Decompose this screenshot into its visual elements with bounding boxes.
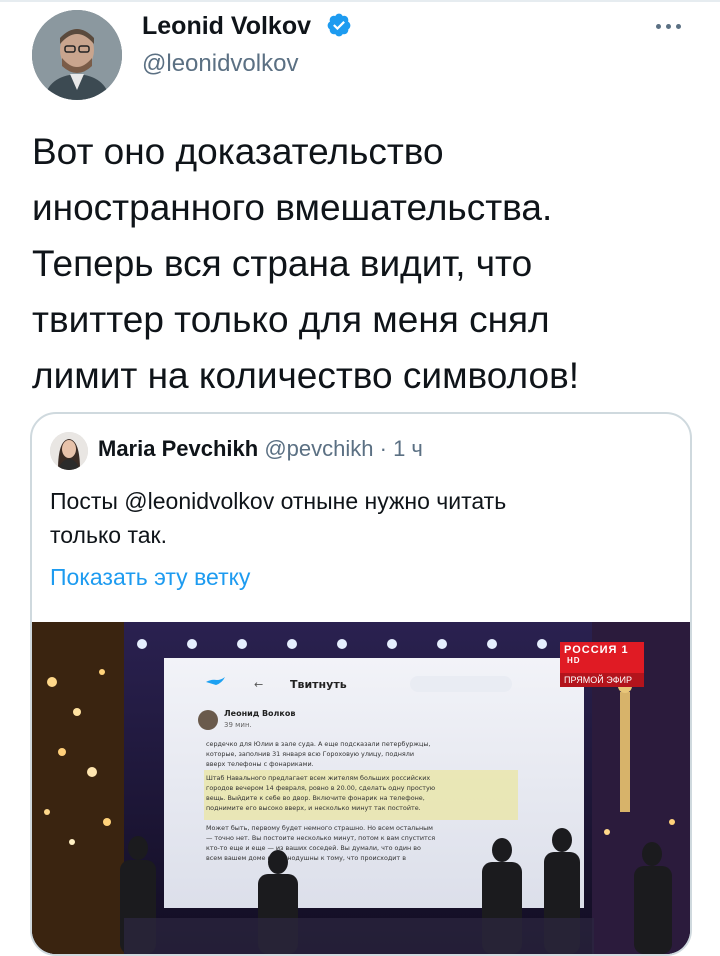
screen-title: Твитнуть — [290, 678, 347, 691]
screen-tweet-line: — точно нет. Вы постоите несколько минут… — [206, 834, 435, 842]
channel-name: РОССИЯ 1 — [564, 644, 629, 656]
screen-tweet-line: Штаб Навального предлагает всем жителям … — [206, 774, 430, 782]
author-name[interactable]: Leonid Volkov — [142, 12, 311, 41]
quoted-timestamp[interactable]: 1 ч — [393, 436, 423, 461]
quoted-tweet-card[interactable]: Maria Pevchikh @pevchikh · 1 ч Посты @le… — [30, 412, 692, 956]
quoted-author-handle[interactable]: @pevchikh — [264, 436, 373, 461]
tv-channel-logo: РОССИЯ 1 HD ПРЯМОЙ ЭФИР — [560, 642, 644, 687]
screen-tweet-line: Может быть, первому будет немного страшн… — [206, 824, 433, 832]
screen-tweet-line: вверх телефоны с фонариками. — [206, 760, 314, 768]
screen-back-arrow: ← — [254, 678, 263, 691]
meta-separator: · — [379, 436, 387, 461]
screen-tweet-line: поднимите его высоко вверх, и несколько … — [206, 804, 421, 812]
screen-tweet-line: сердечко для Юлии в зале суда. А еще под… — [206, 740, 430, 748]
screen-tweet-line: кто-то еще и еще — из ваших соседей. Вы … — [206, 844, 421, 852]
screen-tweet-line: всем вашем доме неравнодушны к тому, что… — [206, 854, 406, 862]
author-avatar[interactable] — [32, 10, 122, 100]
screen-tweet-line: вещь. Выйдите к себе во двор. Включите ф… — [206, 794, 425, 802]
tweet-text: Вот оно доказательство иностранного вмеш… — [32, 131, 580, 396]
screen-tweet-line: которые, заполнив 31 января всю Горохову… — [206, 750, 414, 758]
show-thread-link[interactable]: Показать эту ветку — [50, 564, 250, 591]
top-divider — [0, 0, 720, 2]
quoted-author-avatar[interactable] — [50, 432, 88, 470]
quoted-tweet-text: Посты @leonidvolkov отныне нужно читать … — [50, 488, 507, 548]
verified-badge-icon — [327, 13, 351, 37]
live-label: ПРЯМОЙ ЭФИР — [560, 672, 644, 687]
screen-author: Леонид Волков — [224, 709, 295, 718]
quoted-media-image[interactable]: ← Твитнуть Леонид Волков 39 мин. сердечк… — [32, 622, 690, 954]
screen-tweet-line: городов вечером 14 февраля, ровно в 20.0… — [206, 784, 436, 792]
more-options-icon[interactable] — [648, 12, 688, 40]
quoted-header: Maria Pevchikh @pevchikh · 1 ч — [98, 436, 423, 462]
quoted-author-name[interactable]: Maria Pevchikh — [98, 436, 258, 461]
hd-mark: HD — [567, 656, 581, 665]
author-handle[interactable]: @leonidvolkov — [142, 50, 298, 78]
screen-time: 39 мин. — [224, 721, 252, 729]
